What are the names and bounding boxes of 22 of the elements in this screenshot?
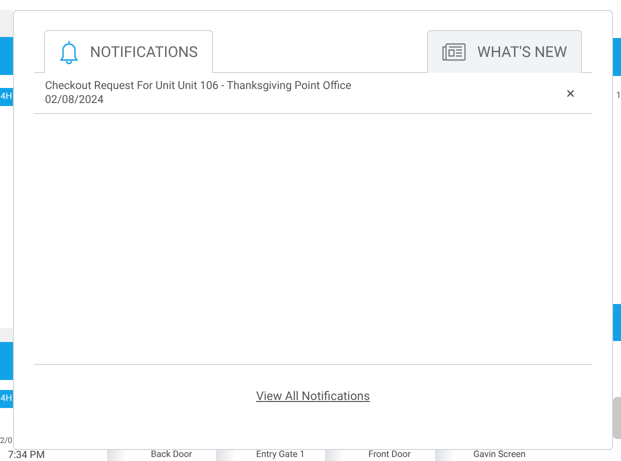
date-text: 2/0 xyxy=(0,436,13,446)
bell-icon xyxy=(59,39,79,65)
close-icon[interactable] xyxy=(567,90,574,96)
button-separator xyxy=(435,450,455,461)
scrollbar[interactable] xyxy=(613,397,621,439)
header-bar xyxy=(613,304,621,341)
notification-date: 02/08/2024 xyxy=(45,93,105,107)
header-bar xyxy=(613,38,621,76)
button-separator xyxy=(107,450,127,461)
header-bar xyxy=(0,342,13,380)
newspaper-icon xyxy=(442,43,466,61)
tab[interactable]: WHAT'S NEW xyxy=(427,30,582,73)
time-text: 7:34 PM xyxy=(8,450,46,461)
tab-label: 4H xyxy=(0,88,13,106)
row-label: 1 xyxy=(614,90,621,102)
button-separator xyxy=(325,450,345,461)
header-bar xyxy=(0,37,13,75)
tab[interactable]: NOTIFICATIONS xyxy=(44,30,213,73)
view-all-link[interactable]: View All Notifications xyxy=(256,387,370,403)
button-separator xyxy=(216,450,236,461)
notification-title[interactable]: Checkout Request For Unit Unit 106 - Thanksgiving Point Office xyxy=(45,79,352,93)
tab-label: 4H xyxy=(0,390,13,408)
